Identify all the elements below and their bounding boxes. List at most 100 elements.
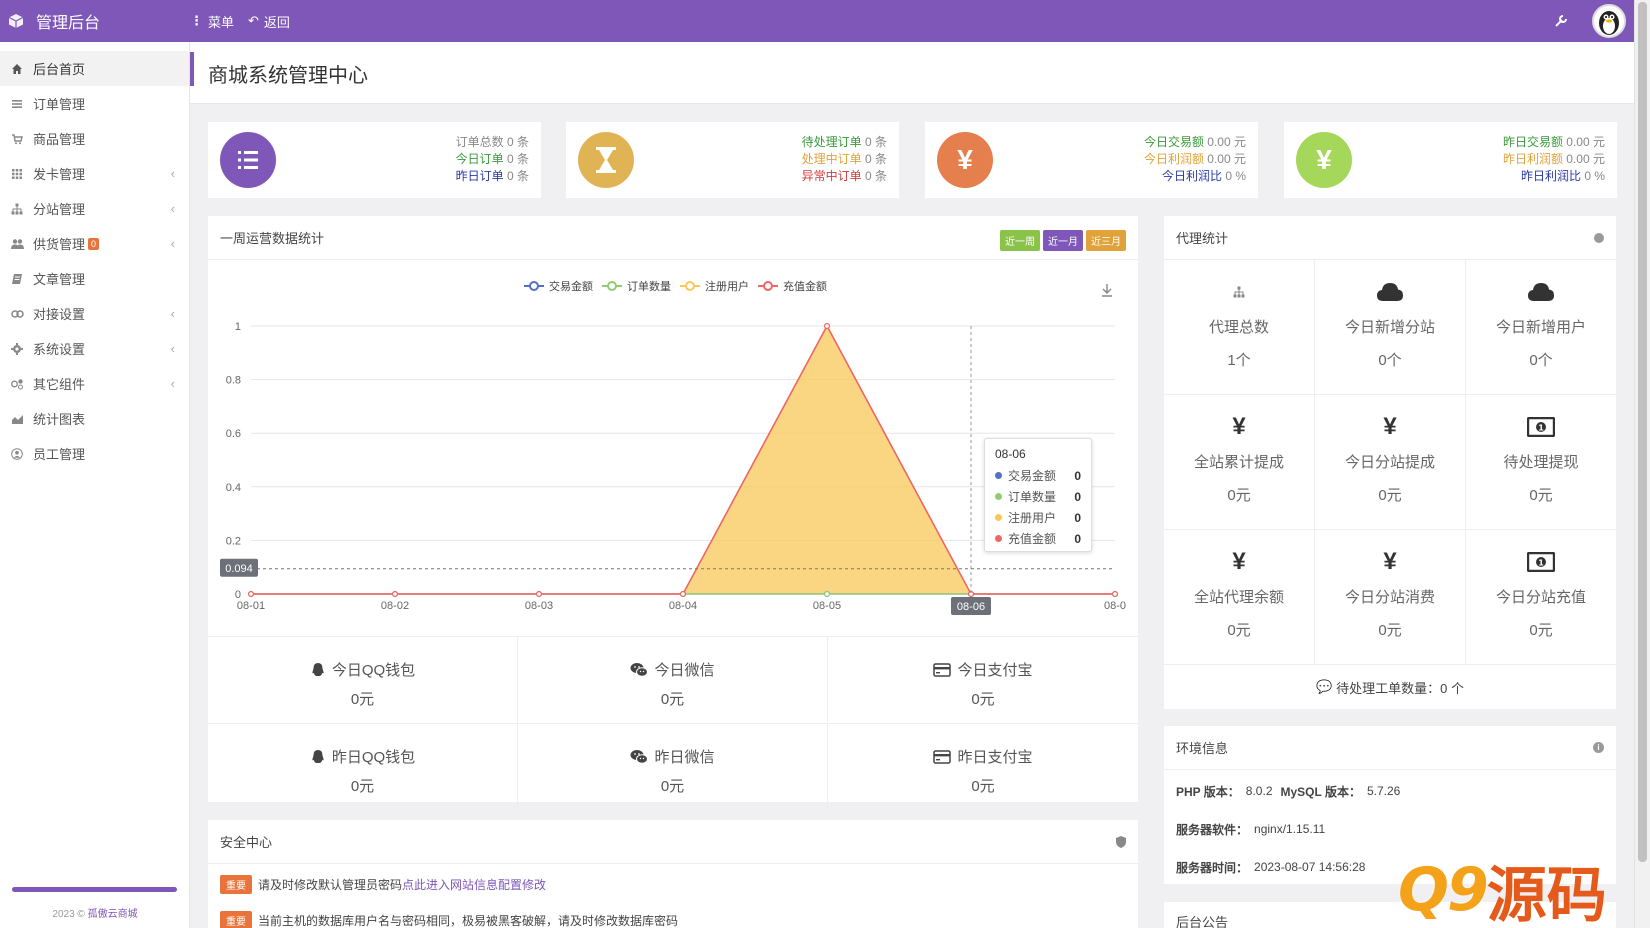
- security-text: 当前主机的数据库用户名与密码相同，极易被黑客破解，请及时修改数据库密码: [258, 913, 679, 928]
- agent-stat-value: 0元: [1227, 622, 1251, 639]
- agent-stat-label: 待处理提现: [1503, 454, 1579, 471]
- list-circle-icon: [220, 132, 276, 188]
- shield-icon: [1116, 836, 1126, 848]
- vertical-dots-icon: ⋮: [190, 13, 203, 28]
- env-info-header: 环境信息 i: [1164, 726, 1616, 770]
- sidebar-item-0[interactable]: 后台首页: [0, 51, 189, 86]
- menu-toggle-button[interactable]: ⋮ 菜单: [190, 12, 234, 31]
- puzzle-icon: [10, 377, 24, 391]
- sidebar: 后台首页 订单管理 商品管理 发卡管理 ‹ 分站管理 ‹ 供货管理 0 ‹ 文章管理 对接设置 ‹ 系统设…: [0, 42, 190, 928]
- ticket-count[interactable]: 💬 待处理工单数量：0 个: [1164, 665, 1616, 709]
- agent-stat-label: 全站累计提成: [1193, 454, 1284, 471]
- sidebar-item-label: 商品管理: [33, 132, 86, 147]
- server-software-value: nginx/1.15.11: [1254, 822, 1326, 836]
- y-tick-label: 0.8: [226, 375, 241, 387]
- stat-lines: 昨日交易额 0.00 元昨日利润额 0.00 元昨日利润比 0 %: [1503, 134, 1605, 185]
- page-scrollbar[interactable]: [1634, 0, 1650, 928]
- range-quarter-button[interactable]: 近三月: [1086, 230, 1126, 251]
- payment-cell: 昨日微信 0元: [518, 723, 828, 809]
- sidebar-item-5[interactable]: 供货管理 0 ‹: [0, 226, 189, 261]
- series-point: [680, 591, 687, 598]
- agent-stat-cell: 代理总数 1个: [1164, 260, 1315, 395]
- sidebar-item-1[interactable]: 订单管理: [0, 86, 189, 121]
- sidebar-item-2[interactable]: 商品管理: [0, 121, 189, 156]
- back-button[interactable]: ↶ 返回: [248, 12, 290, 31]
- env-version-row: PHP 版本： 8.0.2 MySQL 版本： 5.7.26: [1164, 772, 1616, 810]
- payment-label: 昨日支付宝: [957, 749, 1033, 766]
- sidebar-item-label: 分站管理: [33, 202, 86, 217]
- stat-line: 昨日订单 0 条: [455, 169, 529, 183]
- agent-stat-value: 0元: [1529, 487, 1553, 504]
- security-panel: 安全中心 重要 请及时修改默认管理员密码 点此进入网站信息配置修改 重要 当前主机的数…: [208, 820, 1138, 928]
- security-config-link[interactable]: 点此进入网站信息配置修改: [402, 876, 546, 893]
- ticket-count-text: 待处理工单数量：0 个: [1336, 680, 1465, 696]
- series-point: [536, 591, 543, 598]
- list-icon: [10, 97, 24, 111]
- sidebar-item-10[interactable]: 统计图表: [0, 401, 189, 436]
- payment-grid: 今日QQ钱包 0元 今日微信 0元 今日支付宝 0元 昨日QQ钱包 0元 昨日微信 0元 昨日支付宝…: [208, 636, 1138, 810]
- series-point: [1111, 591, 1118, 598]
- scrollbar-thumb[interactable]: [1638, 2, 1647, 862]
- footer-year: 2023 ©: [52, 909, 85, 920]
- agent-stat-value: 0个: [1529, 352, 1553, 369]
- sidebar-item-3[interactable]: 发卡管理 ‹: [0, 156, 189, 191]
- legend-marker: [529, 281, 539, 291]
- agent-stat-cell: ¥ 全站代理余额 0元: [1164, 530, 1315, 665]
- cursor-y-label: 0.094: [225, 563, 253, 575]
- legend-marker: [607, 281, 617, 291]
- footer-link[interactable]: 孤傲云商城: [88, 909, 138, 920]
- supply-badge: 0: [88, 237, 100, 250]
- page-title: 商城系统管理中心: [208, 65, 368, 87]
- sidebar-item-9[interactable]: 其它组件 ‹: [0, 366, 189, 401]
- brand[interactable]: 管理后台: [0, 9, 190, 33]
- agent-stat-cell: ¥ 今日分站消费 0元: [1315, 530, 1466, 665]
- tooltip-row: 注册用户 0: [995, 507, 1081, 528]
- agent-stat-cell: 今日新增分站 0个: [1315, 260, 1466, 395]
- weekly-stats-panel: 一周运营数据统计 近一周 近一月 近三月 交易金额 订单数量 注册用户 充值金额 0 0.…: [208, 216, 1138, 809]
- important-tag: 重要: [220, 874, 252, 894]
- security-header: 安全中心: [208, 820, 1138, 864]
- x-tick-label: 08-05: [813, 600, 841, 612]
- yen-icon: ¥: [1232, 413, 1246, 440]
- sidebar-item-4[interactable]: 分站管理 ‹: [0, 191, 189, 226]
- wechat-icon: [630, 662, 649, 678]
- menu-label: 菜单: [208, 14, 235, 30]
- user-avatar[interactable]: [1592, 4, 1626, 38]
- sidebar-item-11[interactable]: 员工管理: [0, 436, 189, 471]
- payment-value: 0元: [660, 778, 685, 795]
- sidebar-item-7[interactable]: 对接设置 ‹: [0, 296, 189, 331]
- agent-stat-label: 今日新增用户: [1495, 319, 1586, 336]
- tooltip-series-name: 充值金额: [1008, 532, 1057, 546]
- mysql-version-label: MySQL 版本：: [1280, 784, 1361, 799]
- x-tick-label: 08-03: [525, 600, 553, 612]
- yen-circle-icon: ¥: [937, 132, 993, 188]
- payment-value: 0元: [350, 778, 375, 795]
- agent-stat-label: 今日新增分站: [1344, 319, 1435, 336]
- wrench-icon[interactable]: [1554, 14, 1568, 28]
- chart-icon: [10, 412, 24, 426]
- sitemap-icon: [1164, 278, 1314, 306]
- sidebar-item-8[interactable]: 系统设置 ‹: [0, 331, 189, 366]
- chevron-left-icon: ‹: [170, 166, 175, 181]
- legend-label: 充值金额: [783, 279, 827, 293]
- security-row: 重要 当前主机的数据库用户名与密码相同，极易被黑客破解，请及时修改数据库密码: [208, 902, 1138, 928]
- panel-dot-icon[interactable]: [1594, 233, 1604, 243]
- sidebar-item-label: 其它组件: [33, 377, 86, 392]
- server-software-label: 服务器软件：: [1176, 822, 1249, 837]
- money-icon: 1: [1466, 413, 1616, 441]
- user-icon: [10, 447, 24, 461]
- agent-stats-panel: 代理统计 代理总数 1个 今日新增分站 0个 今日新增用户 0个 ¥ 全站累计提成 0元 ¥ 今日分…: [1164, 216, 1616, 709]
- stat-line: 今日利润额 0.00 元: [1143, 152, 1246, 166]
- payment-cell: 今日支付宝 0元: [828, 636, 1138, 722]
- range-month-button[interactable]: 近一月: [1043, 230, 1083, 251]
- sitemap-icon: [10, 202, 24, 216]
- penguin-avatar-icon: [1599, 11, 1619, 35]
- info-icon[interactable]: i: [1593, 742, 1604, 753]
- range-week-button[interactable]: 近一周: [1000, 230, 1040, 251]
- sidebar-item-6[interactable]: 文章管理: [0, 261, 189, 296]
- agent-stat-value: 0元: [1378, 622, 1402, 639]
- agent-stat-label: 代理总数: [1208, 319, 1269, 336]
- qq-icon: [310, 749, 326, 765]
- payment-label: 昨日微信: [654, 749, 715, 766]
- grid-icon: [10, 167, 24, 181]
